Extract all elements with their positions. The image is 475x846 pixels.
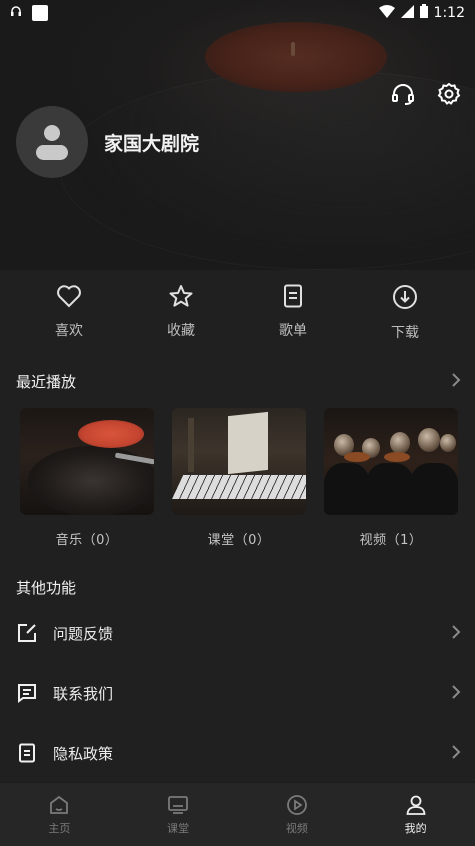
- turntable-spindle: [291, 42, 295, 56]
- headset-status-icon: [10, 5, 22, 21]
- recent-card-label: 视频（1）: [359, 533, 423, 548]
- tab-home[interactable]: 主页: [0, 783, 119, 846]
- settings-icon[interactable]: [437, 82, 461, 106]
- quick-action-download[interactable]: 下载: [349, 284, 461, 342]
- recent-card-classroom[interactable]: 课堂（0）: [172, 408, 306, 548]
- recent-card-label: 课堂（0）: [207, 533, 271, 548]
- recent-card-video[interactable]: 视频（1）: [324, 408, 458, 548]
- violin: [344, 452, 370, 462]
- list-item-privacy[interactable]: 隐私政策: [0, 723, 475, 783]
- record-label: [78, 420, 144, 448]
- video-icon: [286, 794, 307, 815]
- piano-keys: [172, 475, 306, 499]
- document-icon: [19, 743, 35, 763]
- tab-video[interactable]: 视频: [238, 783, 357, 846]
- wifi-icon: [378, 4, 395, 22]
- other-functions-list: 问题反馈 联系我们 隐私政策: [0, 603, 475, 783]
- home-icon: [50, 795, 69, 814]
- customer-service-icon[interactable]: [391, 82, 415, 106]
- musician-head: [390, 432, 410, 454]
- chevron-right-icon: [451, 744, 461, 764]
- chevron-right-icon: [451, 624, 461, 644]
- recent-more-chevron-icon[interactable]: [451, 372, 461, 392]
- tab-label: 课堂: [167, 821, 190, 835]
- user-icon: [406, 795, 426, 815]
- quick-action-label: 喜欢: [55, 323, 83, 339]
- download-icon: [393, 285, 417, 309]
- other-section-title: 其他功能: [16, 579, 77, 597]
- classroom-icon: [168, 795, 189, 814]
- musician-head: [418, 428, 440, 452]
- avatar[interactable]: [16, 106, 88, 178]
- tab-mine[interactable]: 我的: [356, 783, 475, 846]
- playlist-icon: [284, 284, 302, 308]
- music-thumbnail: [20, 408, 154, 515]
- user-profile[interactable]: 家国大剧院: [16, 106, 199, 178]
- musician-head: [440, 434, 456, 452]
- tab-label: 视频: [285, 821, 308, 835]
- tab-classroom[interactable]: 课堂: [119, 783, 238, 846]
- list-item-label: 联系我们: [53, 684, 114, 703]
- quick-action-label: 收藏: [167, 323, 195, 339]
- musician-coat: [410, 463, 458, 515]
- battery-icon: [419, 4, 428, 22]
- chevron-right-icon: [451, 684, 461, 704]
- turntable-record: [205, 22, 387, 92]
- notification-icon: [32, 5, 48, 21]
- bottom-navigation: 主页 课堂 视频 我的: [0, 782, 475, 846]
- recent-card-music[interactable]: 音乐（0）: [20, 408, 154, 548]
- tab-label: 主页: [48, 821, 71, 835]
- quick-action-label: 下载: [391, 325, 419, 341]
- sheet-music: [228, 411, 268, 475]
- recent-card-label: 音乐（0）: [55, 533, 119, 548]
- list-item-contact[interactable]: 联系我们: [0, 663, 475, 723]
- quick-action-label: 歌单: [279, 323, 307, 339]
- clock: 1:12: [433, 5, 465, 21]
- recent-list: 音乐（0） 课堂（0） 视频（1）: [20, 408, 458, 548]
- quick-action-like[interactable]: 喜欢: [13, 284, 125, 342]
- quick-action-favorite[interactable]: 收藏: [125, 284, 237, 342]
- violin: [384, 452, 410, 462]
- list-item-label: 问题反馈: [53, 624, 114, 643]
- message-icon: [18, 684, 36, 703]
- recent-section-title: 最近播放: [16, 373, 77, 391]
- classroom-thumbnail: [172, 408, 306, 515]
- list-item-feedback[interactable]: 问题反馈: [0, 603, 475, 663]
- musician-coat: [366, 463, 414, 515]
- list-item-label: 隐私政策: [53, 744, 114, 763]
- musician-coat: [324, 463, 370, 515]
- username: 家国大剧院: [104, 132, 200, 155]
- header-actions: [391, 82, 461, 106]
- tab-label: 我的: [404, 821, 427, 835]
- star-icon: [169, 285, 193, 307]
- heart-icon: [57, 285, 81, 308]
- signal-icon: [400, 4, 414, 22]
- status-bar: 1:12: [0, 0, 475, 26]
- quick-action-playlist[interactable]: 歌单: [237, 284, 349, 342]
- video-thumbnail: [324, 408, 458, 515]
- quick-actions: 喜欢 收藏 歌单 下载: [0, 284, 475, 342]
- candlestick: [188, 418, 194, 472]
- feedback-icon: [18, 624, 36, 642]
- default-avatar-icon: [36, 125, 68, 160]
